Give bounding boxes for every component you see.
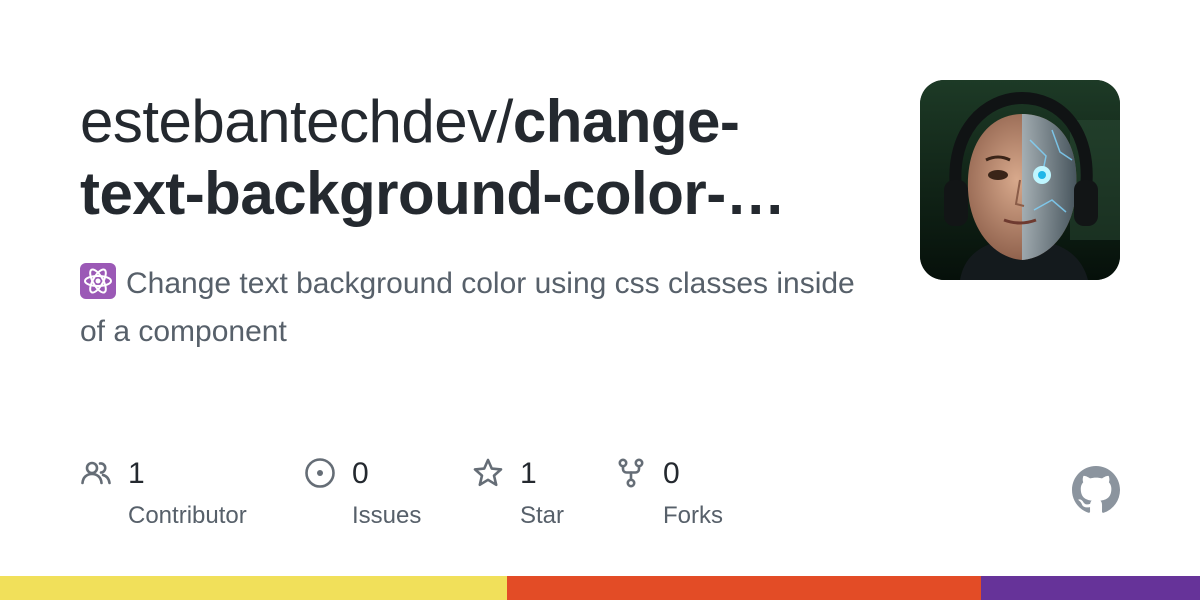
- repo-owner: estebantechdev/: [80, 88, 513, 155]
- people-icon: [81, 461, 111, 485]
- repo-title[interactable]: estebantechdev/change-text-background-co…: [80, 86, 860, 230]
- issues-count: 0: [352, 457, 369, 490]
- contributors-label: Contributor: [128, 502, 247, 529]
- repo-description-text: Change text background color using css c…: [80, 267, 855, 348]
- language-bar: [0, 576, 1200, 600]
- forks-count: 0: [663, 457, 680, 490]
- language-segment-1: [0, 576, 507, 600]
- fork-icon: [618, 458, 644, 488]
- issue-icon: [305, 458, 335, 488]
- language-segment-2: [507, 576, 981, 600]
- stars-label: Star: [520, 502, 565, 529]
- contributors-count: 1: [128, 457, 145, 490]
- atom-icon: [80, 263, 116, 299]
- owner-avatar: [920, 80, 1120, 280]
- language-segment-3: [981, 576, 1200, 600]
- forks-label: Forks: [663, 502, 723, 529]
- repo-description: Change text background color using css c…: [80, 260, 880, 356]
- github-logo-icon[interactable]: [1072, 466, 1120, 514]
- repo-social-card: estebantechdev/change-text-background-co…: [0, 0, 1200, 600]
- star-icon: [473, 458, 503, 487]
- stars-count: 1: [520, 457, 537, 490]
- issues-label: Issues: [352, 502, 422, 529]
